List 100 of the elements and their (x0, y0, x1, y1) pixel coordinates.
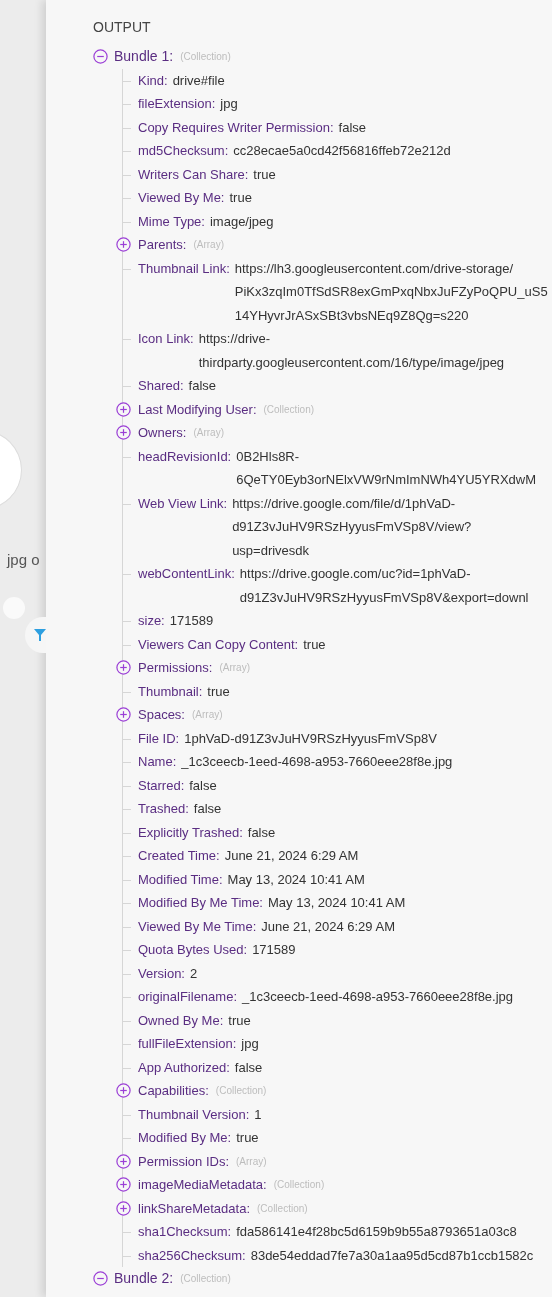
field-value: false (193, 800, 222, 818)
field-key: Modified By Me: (138, 1126, 232, 1150)
field-key: Web View Link: (138, 491, 228, 515)
field-value: 171589 (252, 941, 296, 959)
field-key: Writers Can Share: (138, 162, 249, 186)
node-key[interactable]: Owners: (138, 421, 187, 445)
field-value: _1c3ceecb-1eed-4698-a953-7660eee28f8e.jpg (242, 988, 514, 1006)
type-hint: (Collection) (273, 1178, 325, 1192)
field-value: drive#file (172, 71, 225, 90)
field-value: jpg (241, 1035, 259, 1053)
field-key: App Authorized: (138, 1055, 230, 1079)
field-key: File ID: (138, 726, 180, 750)
field-key: fullFileExtension: (138, 1032, 237, 1056)
expand-icon[interactable] (116, 237, 131, 253)
field-key: Icon Link: (138, 327, 194, 351)
field-value: false (234, 1058, 263, 1077)
field-value: false (247, 823, 276, 842)
field-value: 1 (254, 1105, 262, 1124)
expand-icon[interactable] (116, 401, 131, 417)
field-key: Owned By Me: (138, 1008, 224, 1032)
expand-icon[interactable] (116, 1083, 131, 1099)
expand-icon[interactable] (116, 660, 131, 676)
field-key: headRevisionId: (138, 444, 232, 468)
bundle-label[interactable]: Bundle 2: (114, 1267, 174, 1291)
field-key: Copy Requires Writer Permission: (138, 115, 334, 139)
node-key[interactable]: Last Modifying User: (138, 397, 257, 421)
expand-icon[interactable] (116, 707, 131, 723)
field-value: true (236, 1129, 259, 1147)
expand-icon[interactable] (116, 425, 131, 441)
field-value: cc28ecae5a0cd42f56816ffeb72e212d (233, 142, 451, 160)
field-key: Kind: (138, 68, 168, 92)
field-value: false (189, 776, 217, 795)
type-hint: (Collection) (263, 402, 315, 417)
node-key[interactable]: Parents: (138, 233, 187, 257)
field-key: Mime Type: (138, 209, 205, 233)
field-key: Version: (138, 961, 185, 985)
field-value: May 13, 2024 10:41 AM (268, 894, 406, 912)
field-value: 83de54eddad7fe7a30a1aa95d5cd87b1ccb1582c (250, 1246, 534, 1265)
node-key[interactable]: Permission IDs: (138, 1149, 230, 1173)
node-key[interactable]: Permissions: (138, 656, 213, 680)
field-key: Modified Time: (138, 867, 223, 891)
section-title: OUTPUT (93, 18, 152, 37)
field-value: false (338, 118, 366, 137)
field-value: true (229, 189, 252, 207)
type-hint: (Collection) (180, 1272, 231, 1286)
field-key: Thumbnail Version: (138, 1102, 250, 1126)
field-value: _1c3ceecb-1eed-4698-a953-7660eee28f8e.jpg (181, 753, 453, 771)
node-label: jpg o (7, 550, 40, 570)
field-value: true (253, 165, 276, 184)
node-key[interactable]: linkShareMetadata: (138, 1196, 250, 1220)
expand-icon[interactable] (116, 1200, 131, 1216)
field-value: image/jpeg (209, 212, 274, 231)
field-key: Quota Bytes Used: (138, 938, 248, 962)
field-key: sha256Checksum: (138, 1243, 246, 1267)
field-key: originalFilename: (138, 985, 237, 1009)
field-key: Starred: (138, 773, 185, 797)
type-hint: (Array) (192, 708, 223, 722)
field-value: false (188, 377, 216, 395)
expand-icon[interactable] (116, 1153, 131, 1169)
field-value: 2 (190, 964, 198, 983)
field-key: Shared: (138, 374, 184, 398)
type-hint: (Array) (236, 1154, 267, 1169)
type-hint: (Collection) (257, 1201, 308, 1216)
field-key: Thumbnail Link: (138, 256, 230, 280)
type-hint: (Array) (193, 426, 224, 440)
type-hint: (Array) (219, 661, 250, 675)
field-value: jpg (220, 95, 238, 113)
node-key[interactable]: Capabilities: (138, 1079, 209, 1103)
field-value: June 21, 2024 6:29 AM (261, 917, 395, 936)
field-value: https://lh3.googleusercontent.com/drive-storage/ PiKx3zqIm0TfSdSR8exGmPxqNbxJuFZyPoQPU_uS5 14YHyvrJrASxSBt3vbsNEq9Z8Qg=s220 (234, 259, 548, 325)
field-key: Trashed: (138, 797, 189, 821)
field-key: Viewed By Me Time: (138, 914, 257, 938)
node-key[interactable]: imageMediaMetadata: (138, 1173, 267, 1197)
field-value: true (303, 635, 326, 654)
field-value: May 13, 2024 10:41 AM (227, 870, 365, 889)
field-value: true (207, 682, 230, 701)
collapse-icon[interactable] (93, 1271, 108, 1287)
field-value: https://drive.google.com/uc?id=1phVaD- d91Z3vJuHV9RSzHyyusFmVSp8V&export=downl (239, 565, 529, 607)
field-key: sha1Checksum: (138, 1220, 232, 1244)
bundle-label[interactable]: Bundle 1: (114, 45, 174, 69)
field-key: Name: (138, 750, 177, 774)
field-key: webContentLink: (138, 562, 235, 586)
expand-icon[interactable] (116, 1177, 131, 1193)
field-key: Explicitly Trashed: (138, 820, 243, 844)
field-value: 171589 (169, 612, 214, 630)
node-key[interactable]: Spaces: (138, 703, 185, 727)
field-key: fileExtension: (138, 92, 216, 116)
filter-icon[interactable] (25, 617, 46, 653)
collapse-icon[interactable] (93, 49, 108, 65)
field-value: June 21, 2024 6:29 AM (224, 847, 359, 865)
field-key: Thumbnail: (138, 679, 203, 703)
field-key: Modified By Me Time: (138, 891, 263, 915)
field-value: fda586141e4f28bc5d6159b9b55a8793651a03c8 (236, 1223, 517, 1241)
type-hint: (Collection) (180, 50, 231, 64)
field-key: md5Checksum: (138, 139, 229, 163)
field-key: Viewed By Me: (138, 186, 225, 210)
type-hint: (Collection) (215, 1084, 267, 1098)
field-value: 1phVaD-d91Z3vJuHV9RSzHyyusFmVSp8V (184, 729, 437, 748)
field-key: Viewers Can Copy Content: (138, 632, 299, 656)
field-key: Created Time: (138, 844, 220, 868)
